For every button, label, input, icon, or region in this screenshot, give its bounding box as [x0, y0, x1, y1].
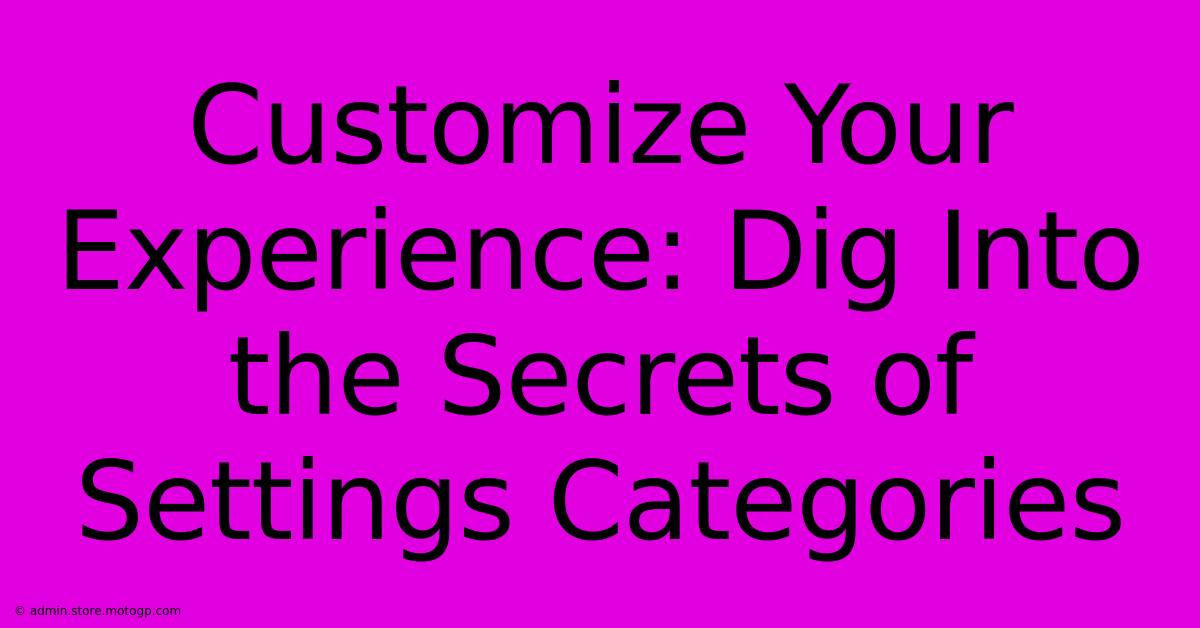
headline-text: Customize Your Experience: Dig Into the …	[0, 0, 1200, 628]
footer-attribution: © admin.store.motogp.com	[14, 604, 181, 618]
